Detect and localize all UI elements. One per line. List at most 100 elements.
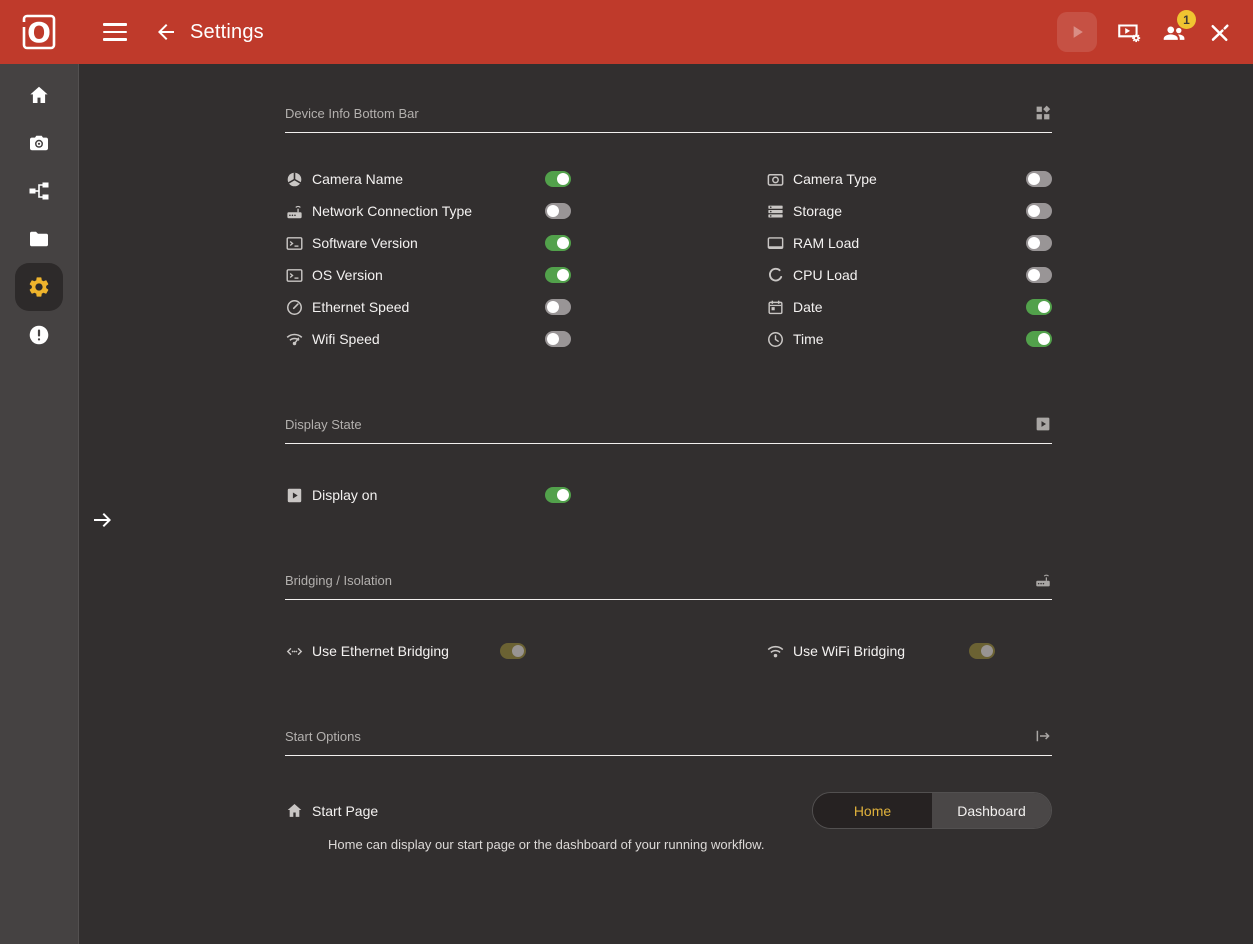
settings-gear-icon (27, 275, 51, 299)
row-ram-load: RAM Load (766, 227, 1052, 259)
photo-camera-icon (766, 170, 785, 189)
wifi-icon (766, 642, 785, 661)
top-bar: O Settings (0, 0, 1253, 64)
toggle-label: Network Connection Type (312, 203, 472, 219)
ethernet-speed-toggle[interactable] (545, 299, 571, 315)
wifi-check-icon (285, 330, 304, 349)
row-software-version: Software Version (285, 227, 571, 259)
page-title: Settings (190, 21, 264, 44)
sidebar-item-settings[interactable] (15, 263, 63, 311)
sidebar-item-camera[interactable] (15, 119, 63, 167)
row-ethernet-speed: Ethernet Speed (285, 291, 571, 323)
row-date: Date (766, 291, 1052, 323)
start-page-label: Start Page (312, 803, 378, 819)
aperture-icon (285, 170, 304, 189)
close-button[interactable] (1206, 19, 1232, 45)
row-network-connection-type: Network Connection Type (285, 195, 571, 227)
slideshow-icon (1034, 415, 1052, 433)
svg-text:O: O (27, 16, 51, 49)
bridging-toggle-grid: Use Ethernet Bridging Use WiFi Bridging (285, 635, 1052, 667)
cpu-load-toggle[interactable] (1026, 267, 1052, 283)
time-toggle[interactable] (1026, 331, 1052, 347)
play-icon (1067, 22, 1087, 42)
device-info-toggle-grid: Camera Name Camera Type Network Con (285, 163, 1052, 355)
row-start-page: Start Page Home Dashboard (285, 792, 1052, 829)
router-icon (1034, 571, 1052, 589)
notification-badge: 1 (1177, 10, 1196, 29)
section-start-options-header: Start Options (285, 727, 1052, 756)
wifi-speed-toggle[interactable] (545, 331, 571, 347)
slideshow-icon (285, 486, 304, 505)
row-storage: Storage (766, 195, 1052, 227)
router-icon (285, 202, 304, 221)
left-sidebar (0, 64, 79, 944)
users-button[interactable]: 1 (1161, 19, 1187, 45)
loop-icon (766, 266, 785, 285)
video-settings-button[interactable] (1116, 19, 1142, 45)
ram-load-toggle[interactable] (1026, 235, 1052, 251)
row-time: Time (766, 323, 1052, 355)
row-cpu-load: CPU Load (766, 259, 1052, 291)
start-page-description: Home can display our start page or the d… (285, 837, 1052, 852)
toggle-label: Wifi Speed (312, 331, 380, 347)
section-title: Start Options (285, 729, 361, 745)
section-title: Bridging / Isolation (285, 573, 392, 589)
video-settings-icon (1116, 19, 1142, 45)
sidebar-item-alerts[interactable] (15, 311, 63, 359)
section-device-info-header: Device Info Bottom Bar (285, 104, 1052, 133)
monitor-icon (766, 234, 785, 253)
menu-icon[interactable] (103, 23, 127, 41)
sidebar-item-files[interactable] (15, 215, 63, 263)
ethernet-icon (285, 642, 304, 661)
storage-icon (766, 202, 785, 221)
toggle-label: Time (793, 331, 824, 347)
section-title: Display State (285, 417, 362, 433)
camera-type-toggle[interactable] (1026, 171, 1052, 187)
terminal-icon (285, 266, 304, 285)
camera-name-toggle[interactable] (545, 171, 571, 187)
row-wifi-speed: Wifi Speed (285, 323, 571, 355)
toggle-label: OS Version (312, 267, 383, 283)
start-page-option-dashboard[interactable]: Dashboard (932, 793, 1051, 828)
close-icon (1207, 20, 1232, 45)
toggle-label: Use Ethernet Bridging (312, 643, 449, 659)
folder-icon (27, 227, 51, 251)
camera-icon (27, 131, 51, 155)
wifi-bridging-toggle[interactable] (969, 643, 995, 659)
display-on-toggle[interactable] (545, 487, 571, 503)
software-version-toggle[interactable] (545, 235, 571, 251)
toggle-label: Storage (793, 203, 842, 219)
back-arrow-icon[interactable] (154, 20, 178, 44)
app-logo[interactable]: O (0, 0, 78, 64)
row-os-version: OS Version (285, 259, 571, 291)
start-arrow-icon (1034, 727, 1052, 745)
start-page-option-home[interactable]: Home (813, 793, 932, 828)
toggle-label: Camera Type (793, 171, 877, 187)
network-connection-type-toggle[interactable] (545, 203, 571, 219)
storage-toggle[interactable] (1026, 203, 1052, 219)
toggle-label: Use WiFi Bridging (793, 643, 905, 659)
os-version-toggle[interactable] (545, 267, 571, 283)
start-page-segmented-control: Home Dashboard (812, 792, 1052, 829)
home-icon (27, 83, 51, 107)
toggle-label: Date (793, 299, 823, 315)
toggle-label: Software Version (312, 235, 418, 251)
toggle-label: RAM Load (793, 235, 859, 251)
row-camera-type: Camera Type (766, 163, 1052, 195)
home-icon (285, 801, 304, 820)
settings-content: Device Info Bottom Bar (79, 64, 1253, 944)
section-title: Device Info Bottom Bar (285, 106, 419, 122)
ethernet-bridging-toggle[interactable] (500, 643, 526, 659)
terminal-icon (285, 234, 304, 253)
toggle-label: CPU Load (793, 267, 858, 283)
play-button[interactable] (1057, 12, 1097, 52)
expand-panel-button[interactable] (90, 508, 114, 532)
sidebar-item-workflows[interactable] (15, 167, 63, 215)
toggle-label: Ethernet Speed (312, 299, 409, 315)
speedometer-icon (285, 298, 304, 317)
sidebar-item-home[interactable] (15, 71, 63, 119)
row-wifi-bridging: Use WiFi Bridging (766, 635, 1052, 667)
date-toggle[interactable] (1026, 299, 1052, 315)
arrow-right-icon (90, 508, 114, 532)
workflow-tree-icon (27, 179, 51, 203)
